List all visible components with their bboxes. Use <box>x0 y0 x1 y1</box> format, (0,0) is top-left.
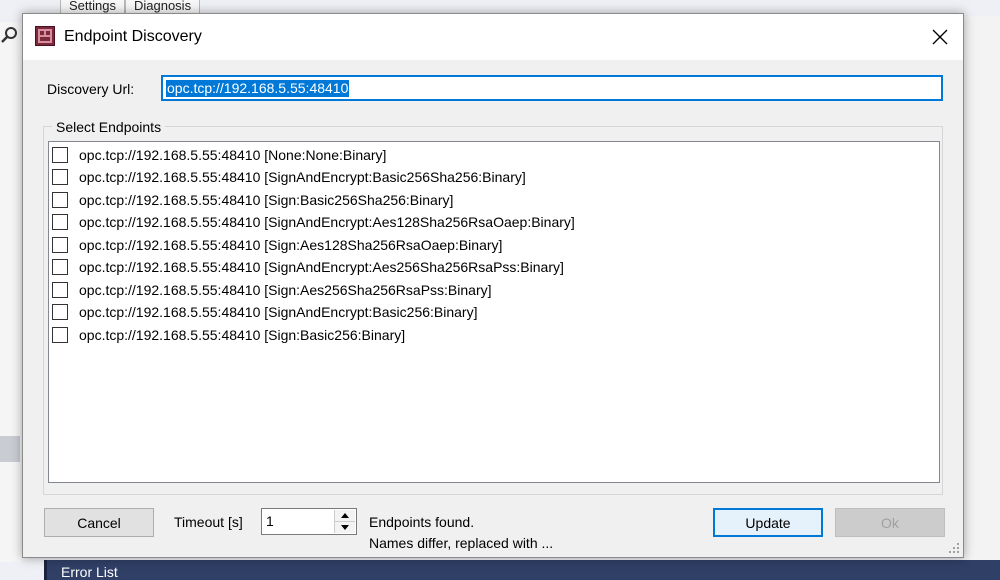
arrow-down-icon <box>341 525 349 530</box>
timeout-value[interactable]: 1 <box>266 513 274 529</box>
endpoint-checkbox[interactable] <box>52 327 68 343</box>
endpoint-checkbox[interactable] <box>52 214 68 230</box>
discovery-url-input[interactable]: opc.tcp://192.168.5.55:48410 <box>161 75 943 101</box>
list-item[interactable]: opc.tcp://192.168.5.55:48410 [SignAndEnc… <box>52 166 526 188</box>
background-left-panel <box>0 22 22 562</box>
endpoint-label: opc.tcp://192.168.5.55:48410 [SignAndEnc… <box>79 259 564 275</box>
ok-button[interactable]: Ok <box>835 508 945 537</box>
resize-grip-icon[interactable] <box>948 542 960 554</box>
discovery-url-label: Discovery Url: <box>47 81 135 97</box>
endpoint-checkbox[interactable] <box>52 192 68 208</box>
endpoint-label: opc.tcp://192.168.5.55:48410 [SignAndEnc… <box>79 169 526 185</box>
update-button[interactable]: Update <box>713 508 823 537</box>
timeout-stepper[interactable]: 1 <box>261 508 357 535</box>
close-icon <box>932 29 948 45</box>
timeout-label: Timeout [s] <box>174 514 243 530</box>
list-item[interactable]: opc.tcp://192.168.5.55:48410 [Sign:Aes25… <box>52 279 492 301</box>
stepper-buttons <box>334 510 355 533</box>
background-left-item <box>0 436 20 462</box>
endpoint-checkbox[interactable] <box>52 282 68 298</box>
dialog-title: Endpoint Discovery <box>64 28 202 45</box>
endpoint-checkbox[interactable] <box>52 304 68 320</box>
close-button[interactable] <box>917 14 963 60</box>
stepper-up-button[interactable] <box>335 510 355 522</box>
error-list-title: Error List <box>61 564 118 580</box>
discovery-url-value: opc.tcp://192.168.5.55:48410 <box>166 80 350 97</box>
app-icon <box>35 26 55 46</box>
endpoint-label: opc.tcp://192.168.5.55:48410 [None:None:… <box>79 147 387 163</box>
list-item[interactable]: opc.tcp://192.168.5.55:48410 [Sign:Aes12… <box>52 234 502 256</box>
cancel-button[interactable]: Cancel <box>44 508 154 537</box>
endpoint-discovery-dialog: Endpoint Discovery Discovery Url: opc.tc… <box>22 13 964 558</box>
endpoint-checkbox[interactable] <box>52 169 68 185</box>
background-right-panel <box>963 16 1000 560</box>
endpoint-label: opc.tcp://192.168.5.55:48410 [SignAndEnc… <box>79 304 478 320</box>
list-item[interactable]: opc.tcp://192.168.5.55:48410 [SignAndEnc… <box>52 211 575 233</box>
status-detail: Names differ, replaced with ... <box>369 535 554 551</box>
endpoint-label: opc.tcp://192.168.5.55:48410 [SignAndEnc… <box>79 214 575 230</box>
search-icon[interactable] <box>0 25 20 45</box>
list-item[interactable]: opc.tcp://192.168.5.55:48410 [Sign:Basic… <box>52 189 453 211</box>
endpoint-label: opc.tcp://192.168.5.55:48410 [Sign:Aes25… <box>79 282 492 298</box>
dialog-titlebar[interactable]: Endpoint Discovery <box>23 14 963 60</box>
endpoint-checkbox[interactable] <box>52 259 68 275</box>
list-item[interactable]: opc.tcp://192.168.5.55:48410 [SignAndEnc… <box>52 256 564 278</box>
error-list-panel-header[interactable]: Error List <box>44 560 1000 580</box>
status-message: Endpoints found. <box>369 514 475 530</box>
list-item[interactable]: opc.tcp://192.168.5.55:48410 [None:None:… <box>52 144 386 166</box>
list-item[interactable]: opc.tcp://192.168.5.55:48410 [Sign:Basic… <box>52 324 405 346</box>
select-endpoints-label: Select Endpoints <box>52 119 166 135</box>
endpoint-label: opc.tcp://192.168.5.55:48410 [Sign:Aes12… <box>79 237 503 253</box>
stepper-down-button[interactable] <box>335 522 355 533</box>
endpoint-checkbox[interactable] <box>52 237 68 253</box>
endpoint-checkbox[interactable] <box>52 147 68 163</box>
endpoint-label: opc.tcp://192.168.5.55:48410 [Sign:Basic… <box>79 327 406 343</box>
endpoint-label: opc.tcp://192.168.5.55:48410 [Sign:Basic… <box>79 192 454 208</box>
list-item[interactable]: opc.tcp://192.168.5.55:48410 [SignAndEnc… <box>52 301 478 323</box>
endpoints-list[interactable]: opc.tcp://192.168.5.55:48410 [None:None:… <box>48 141 940 483</box>
arrow-up-icon <box>341 513 349 518</box>
